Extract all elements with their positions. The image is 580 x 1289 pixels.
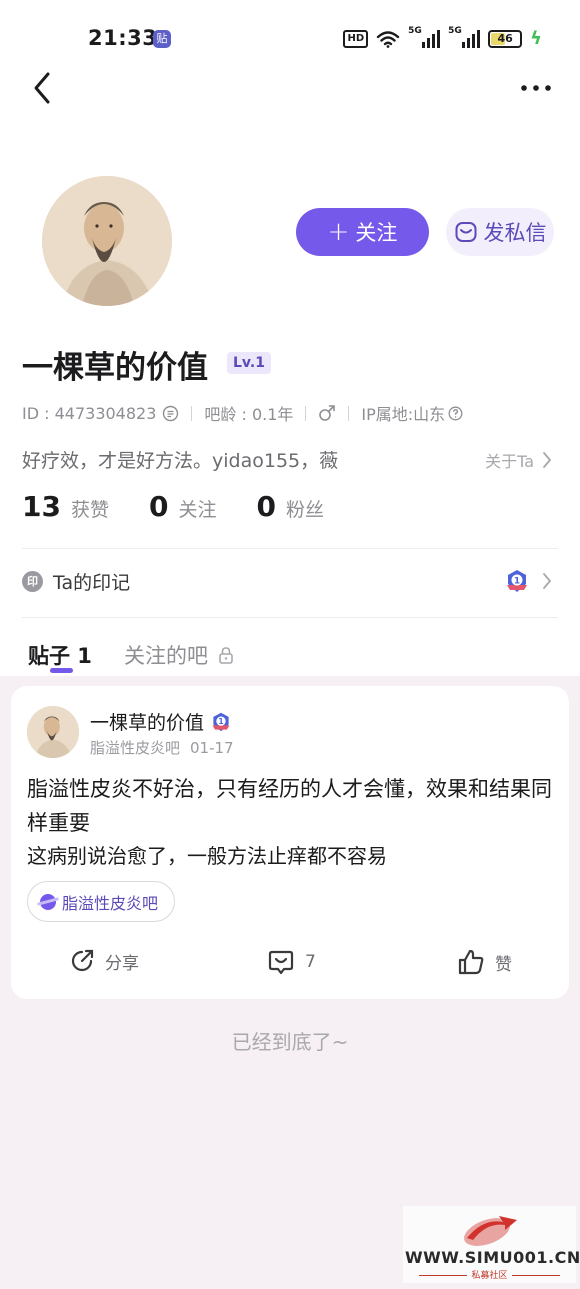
like-label: 赞 — [495, 954, 512, 975]
watermark-icon — [464, 1216, 517, 1246]
thumbs-up-icon — [458, 949, 484, 975]
chevron-right-icon — [543, 452, 552, 468]
watermark-subtext: 私募社区 — [403, 1268, 576, 1281]
tab-posts[interactable]: 贴子 1 — [28, 640, 92, 670]
more-horizontal-icon[interactable] — [518, 78, 554, 98]
rank-badge-icon: 1 — [212, 712, 230, 731]
tab-followed-bars-label: 关注的吧 — [124, 644, 208, 668]
charging-icon: ϟ — [530, 28, 542, 49]
tieba-notification-icon: 贴 — [153, 30, 171, 48]
post-title[interactable]: 脂溢性皮炎不好治，只有经历的人才会懂，效果和结果同样重要 — [27, 772, 557, 840]
envelope-icon — [455, 222, 476, 242]
follow-button[interactable]: + 关注 — [296, 208, 429, 256]
copy-icon[interactable] — [162, 405, 179, 422]
about-ta-link[interactable]: 关于Ta — [485, 448, 552, 472]
end-of-list: 已经到底了~ — [231, 1030, 349, 1054]
forum-tag-label: 脂溢性皮炎吧 — [62, 893, 159, 913]
comment-icon — [268, 950, 294, 975]
svg-text:1: 1 — [218, 717, 223, 726]
post-meta: 脂溢性皮炎吧 01-17 — [90, 737, 234, 758]
level-badge: Lv.1 — [227, 352, 271, 374]
post-body[interactable]: 这病别说治愈了，一般方法止痒都不容易 — [27, 840, 387, 869]
user-id: ID : 4473304823 — [22, 403, 157, 423]
share-label: 分享 — [105, 953, 139, 974]
hd-icon: HD — [343, 29, 369, 48]
ip-location: IP属地:山东 — [361, 405, 446, 424]
bar-age: 吧龄 : 0.1年 — [204, 405, 294, 424]
post-forum: 脂溢性皮炎吧 — [90, 739, 181, 757]
imprint-row[interactable]: 印 Ta的印记 — [22, 568, 130, 595]
profile-bio: 好疗效，才是好方法。yidao155，薇 — [22, 450, 339, 472]
follow-label: 关注 — [355, 221, 398, 245]
planet-icon — [40, 893, 56, 910]
active-tab-indicator — [50, 668, 73, 673]
stat-likes: 13 获赞 — [22, 490, 109, 523]
wifi-icon — [376, 30, 400, 48]
watermark-logo: WWW.SIMU001.CN 私募社区 — [403, 1206, 580, 1283]
chevron-right-icon — [543, 573, 552, 589]
status-bar: 21:33 贴 HD 5G 5G 46 ϟ — [0, 0, 580, 78]
forum-tag[interactable]: 脂溢性皮炎吧 — [27, 881, 176, 922]
profile-meta: ID : 4473304823 吧龄 : 0.1年 IP属地:山东 — [22, 401, 463, 425]
post-author-avatar[interactable] — [27, 706, 79, 758]
imprint-badges[interactable]: 1 — [504, 568, 552, 594]
imprint-icon: 印 — [22, 571, 43, 592]
like-action[interactable]: 赞 — [457, 948, 512, 976]
post-author[interactable]: 一棵草的价值 1 — [90, 708, 232, 735]
svg-text:1: 1 — [514, 577, 520, 587]
private-message-button[interactable]: 发私信 — [446, 208, 554, 256]
divider — [22, 548, 558, 549]
lock-icon — [219, 647, 233, 664]
signal-5g-icon: 5G — [448, 26, 481, 48]
tab-followed-bars[interactable]: 关注的吧 — [124, 640, 234, 670]
signal-5g-icon: 5G — [408, 26, 441, 48]
watermark-text: WWW.SIMU001.CN — [405, 1248, 580, 1267]
post-author-name: 一棵草的价值 — [90, 712, 205, 734]
status-icons: HD 5G 5G 46 ϟ — [343, 26, 542, 49]
share-icon — [71, 949, 94, 972]
male-icon — [319, 405, 336, 421]
stat-following[interactable]: 0 关注 — [149, 490, 217, 523]
profile-name: 一棵草的价值 — [22, 350, 208, 386]
status-time: 21:33 — [88, 26, 158, 50]
profile-stats: 13 获赞 0 关注 0 粉丝 — [22, 490, 364, 523]
help-icon[interactable] — [448, 406, 463, 421]
profile-avatar[interactable] — [42, 176, 172, 306]
about-label: 关于Ta — [485, 452, 534, 471]
post-date: 01-17 — [190, 739, 234, 757]
plus-icon: + — [327, 217, 350, 247]
back-chevron-icon[interactable] — [28, 68, 58, 108]
message-label: 发私信 — [483, 221, 547, 245]
post-card[interactable]: 一棵草的价值 1 脂溢性皮炎吧 01-17 脂溢性皮炎不好治，只有经历的人才会懂，… — [11, 686, 569, 999]
share-action[interactable]: 分享 — [69, 948, 139, 974]
portrait-image — [27, 706, 79, 758]
divider — [22, 617, 558, 618]
imprint-label: Ta的印记 — [53, 572, 131, 594]
stat-followers[interactable]: 0 粉丝 — [256, 490, 324, 523]
comment-action[interactable]: 7 — [267, 948, 316, 976]
rank-badge-icon: 1 — [507, 570, 527, 592]
comment-count: 7 — [305, 952, 316, 972]
portrait-image — [42, 176, 172, 306]
battery-icon: 46 — [488, 29, 523, 48]
